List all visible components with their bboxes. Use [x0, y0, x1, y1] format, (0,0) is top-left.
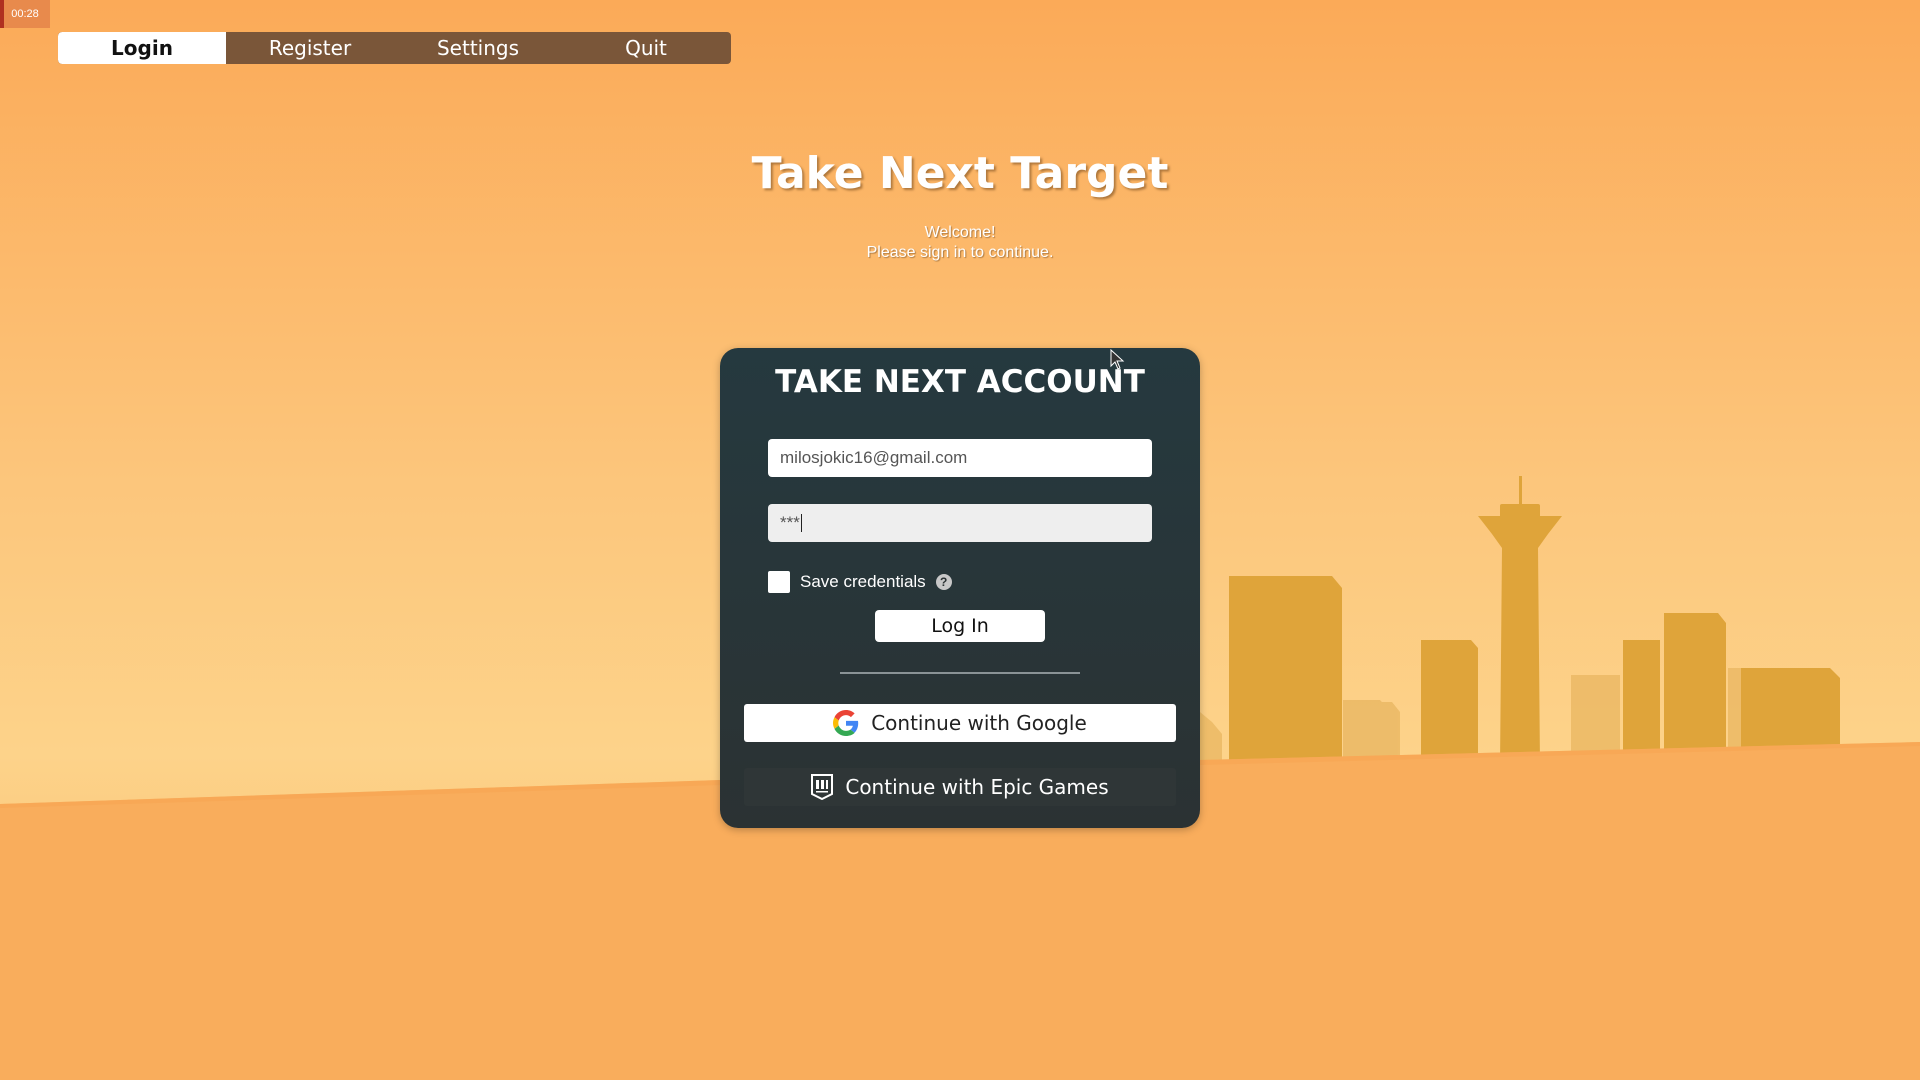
divider — [840, 672, 1080, 674]
password-field[interactable]: *** — [768, 504, 1152, 542]
welcome-text: Welcome! Please sign in to continue. — [0, 223, 1920, 263]
save-credentials-row: Save credentials ? — [768, 570, 952, 594]
tab-quit[interactable]: Quit — [562, 32, 730, 64]
card-title: TAKE NEXT ACCOUNT — [775, 364, 1145, 400]
sign-in-prompt: Please sign in to continue. — [866, 244, 1054, 261]
epic-login-button[interactable]: Continue with Epic Games — [744, 768, 1176, 806]
mouse-cursor-icon — [1110, 349, 1125, 370]
help-icon[interactable]: ? — [935, 574, 952, 590]
save-credentials-checkbox[interactable] — [768, 571, 790, 593]
welcome-line: Welcome! — [924, 224, 996, 241]
save-credentials-label: Save credentials — [800, 572, 926, 591]
epic-button-label: Continue with Epic Games — [845, 775, 1109, 799]
text-caret — [800, 514, 802, 532]
google-icon — [833, 710, 859, 736]
email-field[interactable]: milosjokic16@gmail.com — [768, 439, 1152, 477]
password-mask: *** — [780, 513, 800, 532]
tab-register[interactable]: Register — [226, 32, 394, 64]
timer-badge: 00:28 — [0, 0, 50, 28]
login-button[interactable]: Log In — [875, 610, 1045, 642]
google-login-button[interactable]: Continue with Google — [744, 704, 1176, 742]
tab-settings[interactable]: Settings — [394, 32, 562, 64]
google-button-label: Continue with Google — [871, 711, 1087, 735]
tab-login[interactable]: Login — [58, 32, 226, 64]
main-nav: Login Register Settings Quit — [58, 32, 731, 64]
epic-games-icon — [811, 774, 834, 800]
game-title: Take Next Target — [751, 148, 1169, 199]
